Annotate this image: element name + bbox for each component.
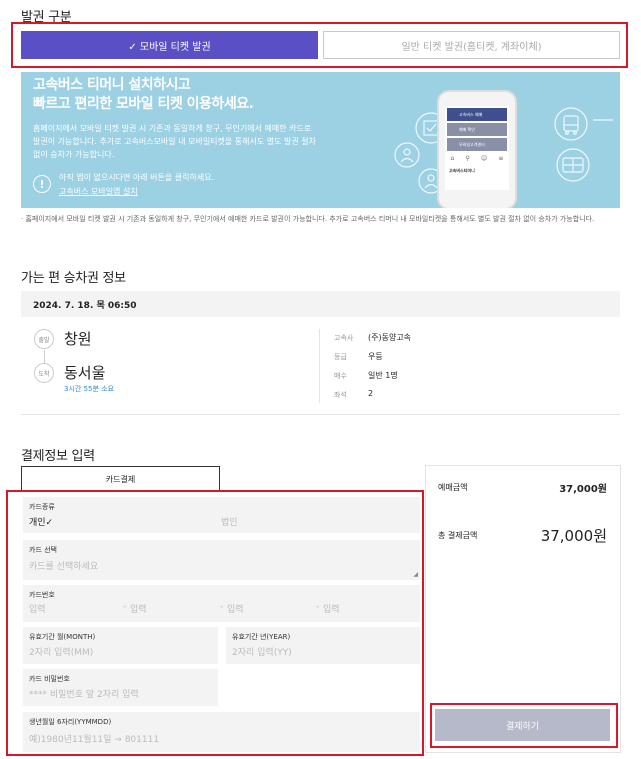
depart-city: 창원 [64, 330, 92, 348]
booking-amount-label: 예매금액 [438, 483, 468, 492]
ticket-info-box: 출발 도착 창원 동서울 3시간 55분 소요 고속사 (주)동양고속 등급 우… [21, 317, 620, 415]
tab-card-payment[interactable]: 카드결제 [21, 466, 220, 492]
pay-button-highlight-box [430, 703, 618, 748]
banner-desc-1: 홈페이지에서 모바일 티켓 발권 시 기존과 동일하게 창구, 무인기에서 예매… [33, 124, 312, 133]
mobile-ticket-button[interactable]: ✓ 모바일 티켓 발권 [21, 31, 318, 59]
user-icon: ☺ [480, 155, 488, 162]
arrive-city: 동서울 [64, 364, 106, 382]
info-value: (주)동양고속 [368, 333, 412, 342]
app-promo-banner: 고속버스 티머니 설치하시고 빠르고 편리한 모바일 티켓 이용하세요. 홈페이… [21, 72, 620, 208]
banner-notice-line: 아직 앱이 없으시다면 아래 버튼을 클릭하세요. [59, 173, 215, 182]
menu-icon: ≡ [498, 155, 504, 162]
search-icon: ⚲ [465, 155, 470, 162]
app-install-link[interactable]: 고속버스 모바일앱 설치 [59, 185, 138, 199]
phone-app-name: 고속버스티머니 [449, 168, 475, 173]
booking-amount-value: 37,000원 [559, 484, 607, 495]
info-key: 매수 [334, 372, 347, 380]
phone-menu-item: 모바일고객센터 [447, 138, 507, 151]
info-key: 고속사 [334, 334, 354, 342]
payment-section-title: 결제정보 입력 [21, 449, 95, 464]
info-value: 일반 1명 [368, 371, 398, 380]
banner-headline-2: 빠르고 편리한 모바일 티켓 이용하세요. [33, 96, 254, 112]
general-ticket-button[interactable]: 일반 티켓 발권(홈티켓, 계좌이체) [323, 31, 620, 59]
warning-icon: ! [33, 175, 51, 193]
trip-duration: 3시간 55분 소요 [64, 385, 115, 393]
banner-headline-1: 고속버스 티머니 설치하시고 [33, 77, 191, 93]
depart-badge: 출발 [34, 329, 54, 349]
divider [319, 329, 320, 403]
info-key: 좌석 [334, 391, 347, 399]
banner-desc-3: 없이 승차가 가능합니다. [33, 150, 115, 159]
phone-screen: 고속버스 예매 예매 확인 모바일고객센터 ⌂ ⚲ ☺ ≡ 고속버스티머니 [445, 106, 509, 190]
total-amount-value: 37,000원 [540, 527, 607, 545]
info-value: 우등 [368, 352, 383, 361]
info-key: 등급 [334, 353, 347, 361]
banner-desc-2: 발권이 가능합니다. 추가로 고속버스모바일 내 모바일티켓을 통해서도 별도 … [33, 137, 317, 146]
phone-mockup: 고속버스 예매 예매 확인 모바일고객센터 ⌂ ⚲ ☺ ≡ 고속버스티머니 [437, 90, 517, 208]
home-icon: ⌂ [450, 155, 455, 162]
info-value: 2 [368, 389, 374, 398]
arrive-badge: 도착 [34, 363, 54, 383]
phone-menu-item: 고속버스 예매 [447, 108, 507, 121]
phone-icon-row: ⌂ ⚲ ☺ ≡ [445, 155, 509, 162]
departure-datetime: 2024. 7. 18. 목 06:50 [21, 291, 620, 317]
payment-form-highlight-box [6, 490, 424, 756]
total-amount-label: 총 결제금액 [438, 531, 478, 540]
phone-menu-item: 예매 확인 [447, 123, 507, 136]
mobile-ticket-notice: · 홈페이지에서 모바일 티켓 발권 시 기존과 동일하게 창구, 무인기에서 … [21, 215, 595, 223]
ticket-section-title: 가는 편 승차권 정보 [21, 271, 126, 286]
